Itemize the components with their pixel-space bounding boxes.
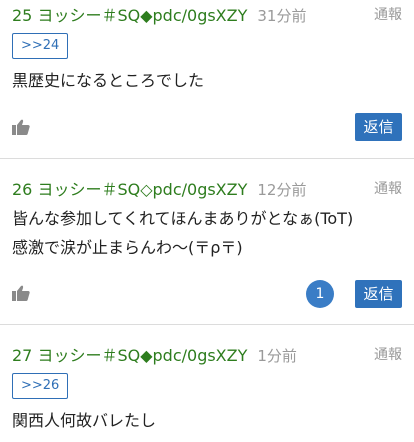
author-name: ヨッシー＃SQ◆pdc/0gsXZY (37, 346, 248, 365)
reply-button[interactable]: 返信 (355, 280, 402, 308)
post-header: 27 ヨッシー＃SQ◆pdc/0gsXZY 1分前 (12, 342, 297, 366)
reply-anchor-link[interactable]: >>26 (12, 373, 69, 399)
thumbs-up-icon[interactable] (12, 285, 30, 301)
post-number: 26 (12, 180, 33, 199)
post-body-line: 黒歴史になるところでした (12, 71, 205, 90)
post-body: 関西人何故バレたし (12, 406, 402, 435)
post-body-line: 感激で涙が止まらんわ〜(〒ρ〒) (12, 238, 243, 257)
post-header: 25 ヨッシー＃SQ◆pdc/0gsXZY 31分前 (12, 2, 306, 26)
post-body-line: 関西人何故バレたし (12, 411, 157, 430)
thumbs-up-icon[interactable] (12, 119, 30, 135)
post-number: 27 (12, 346, 33, 365)
post-27: 27 ヨッシー＃SQ◆pdc/0gsXZY 1分前 通報 >>26 関西人何故バ… (0, 325, 414, 442)
post-time: 1分前 (257, 347, 297, 365)
post-author[interactable]: 27 ヨッシー＃SQ◆pdc/0gsXZY (12, 342, 247, 366)
post-body: 黒歴史になるところでした (12, 66, 402, 95)
author-name: ヨッシー＃SQ◆pdc/0gsXZY (37, 6, 248, 25)
reply-button[interactable]: 返信 (355, 113, 402, 141)
post-body: 皆んな参加してくれてほんまありがとなぁ(ToT) 感激で涙が止まらんわ〜(〒ρ〒… (12, 204, 402, 262)
report-link[interactable]: 通報 (374, 344, 402, 364)
post-author[interactable]: 26 ヨッシー＃SQ◇pdc/0gsXZY (12, 176, 247, 200)
post-header: 26 ヨッシー＃SQ◇pdc/0gsXZY 12分前 (12, 176, 306, 200)
reply-anchor-link[interactable]: >>24 (12, 33, 69, 59)
post-time: 12分前 (257, 181, 307, 199)
post-26: 26 ヨッシー＃SQ◇pdc/0gsXZY 12分前 通報 皆んな参加してくれて… (0, 159, 414, 325)
reply-count-badge[interactable]: 1 (306, 280, 334, 308)
post-25: 25 ヨッシー＃SQ◆pdc/0gsXZY 31分前 通報 >>24 黒歴史にな… (0, 0, 414, 159)
post-body-line: 皆んな参加してくれてほんまありがとなぁ(ToT) (12, 209, 354, 228)
post-number: 25 (12, 6, 33, 25)
post-author[interactable]: 25 ヨッシー＃SQ◆pdc/0gsXZY (12, 2, 247, 26)
author-name: ヨッシー＃SQ◇pdc/0gsXZY (37, 180, 248, 199)
post-time: 31分前 (257, 7, 307, 25)
report-link[interactable]: 通報 (374, 178, 402, 198)
report-link[interactable]: 通報 (374, 4, 402, 24)
